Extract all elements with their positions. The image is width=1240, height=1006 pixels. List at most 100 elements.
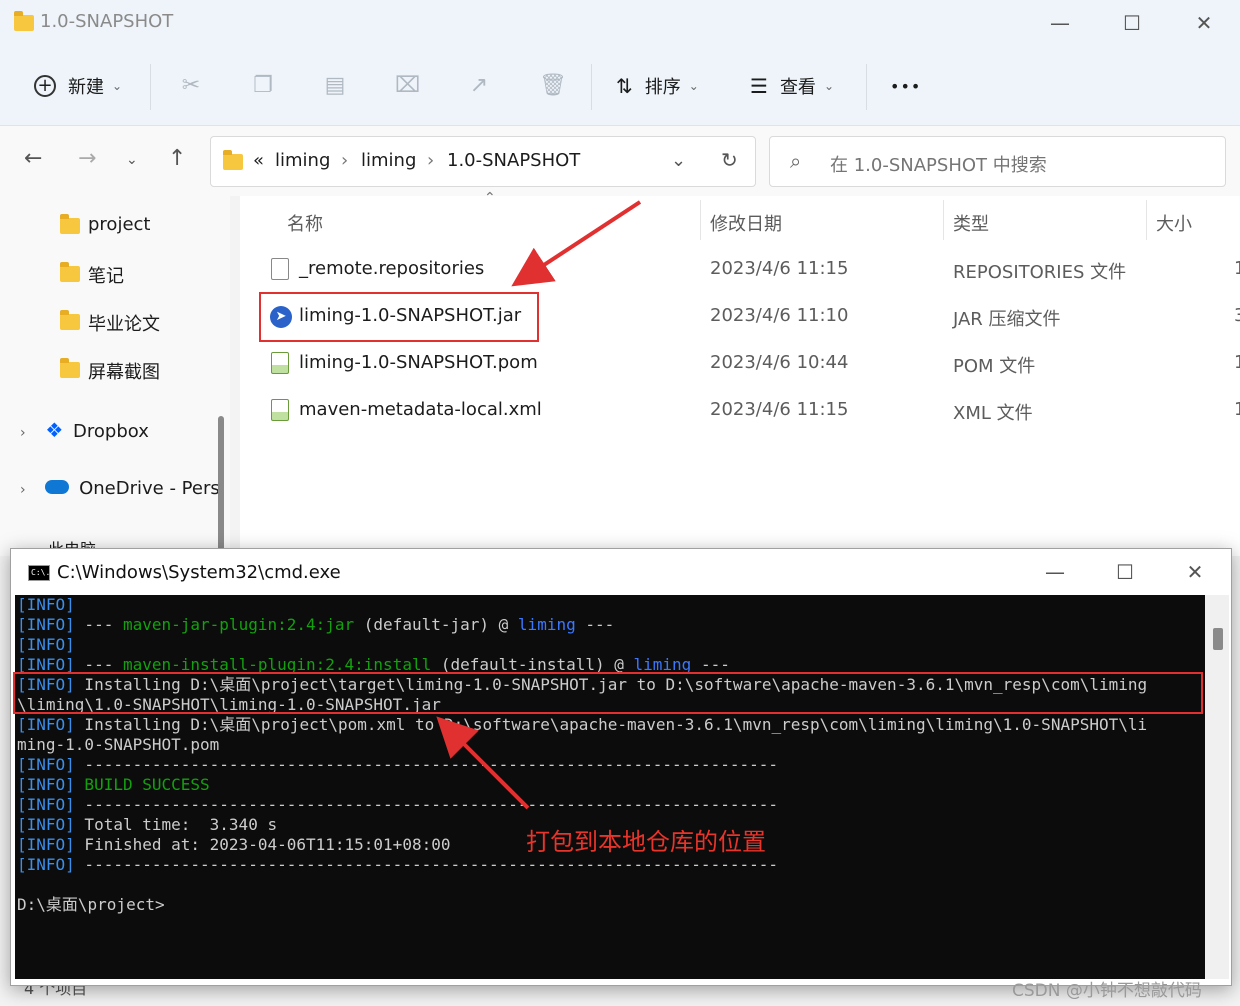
view-button[interactable]: ☰ 查看 ⌄ <box>750 68 834 104</box>
command-bar: + 新建 ⌄ ✂ ❐ ▤ ⌧ ↗ 🗑 ⇅ 排序 ⌄ ☰ 查看 ⌄ ••• <box>0 46 1240 126</box>
sort-ascending-caret-icon: ⌃ <box>484 190 496 206</box>
cmd-maximize-button[interactable]: ☐ <box>1105 557 1145 587</box>
share-icon[interactable]: ↗ <box>467 74 491 98</box>
chevron-right-icon[interactable]: › <box>20 482 26 498</box>
file-modified: 2023/4/6 10:44 <box>710 352 849 373</box>
sort-button[interactable]: ⇅ 排序 ⌄ <box>616 68 699 104</box>
column-divider <box>1146 200 1147 240</box>
build-status: BUILD SUCCESS <box>74 775 210 794</box>
chevron-right-icon[interactable]: › <box>20 425 26 441</box>
sidebar-item-notes[interactable]: 笔记 <box>60 262 124 288</box>
sidebar-item-thesis[interactable]: 毕业论文 <box>60 310 160 336</box>
console-text: ----------------------------------------… <box>74 795 778 814</box>
sidebar-item-label: Dropbox <box>73 421 149 442</box>
minimize-button[interactable]: — <box>1040 8 1080 38</box>
sidebar-item-label: project <box>88 214 151 235</box>
column-header-modified[interactable]: 修改日期 <box>710 210 782 236</box>
maximize-button[interactable]: ☐ <box>1112 8 1152 38</box>
breadcrumb-item[interactable]: liming <box>275 150 330 171</box>
forward-arrow-icon[interactable]: → <box>78 146 96 171</box>
close-button[interactable]: ✕ <box>1184 8 1224 38</box>
xml-file-icon <box>271 399 289 421</box>
console-line: [INFO] <box>17 595 75 615</box>
sidebar-scrollbar[interactable] <box>218 416 224 552</box>
info-tag: [INFO] <box>17 615 75 634</box>
cmd-icon: C:\. <box>28 565 50 581</box>
chevron-down-icon: ⌄ <box>823 79 834 93</box>
console-output[interactable]: [INFO] [INFO] --- maven-jar-plugin:2.4:j… <box>15 595 1205 979</box>
search-box[interactable]: ⌕ 在 1.0-SNAPSHOT 中搜索 <box>769 136 1226 187</box>
file-size: 1 <box>1234 352 1240 373</box>
info-tag: [INFO] <box>17 855 75 874</box>
info-tag: [INFO] <box>17 595 75 614</box>
cloud-icon <box>45 480 70 494</box>
column-header-type[interactable]: 类型 <box>953 210 989 236</box>
highlight-box-jar <box>259 292 539 342</box>
sort-arrows-icon: ⇅ <box>616 74 633 98</box>
up-arrow-icon[interactable]: ↑ <box>168 146 186 171</box>
console-line: [INFO] ---------------------------------… <box>17 855 778 875</box>
console-text: --- <box>575 615 615 634</box>
cut-icon[interactable]: ✂ <box>179 74 203 98</box>
copy-icon[interactable]: ❐ <box>251 74 275 98</box>
console-text: ----------------------------------------… <box>74 855 778 874</box>
file-type: POM 文件 <box>953 356 1036 377</box>
file-type: XML 文件 <box>953 403 1033 424</box>
cmd-scrollbar[interactable] <box>1205 595 1229 979</box>
search-placeholder: 在 1.0-SNAPSHOT 中搜索 <box>830 155 1047 176</box>
toolbar-divider <box>866 64 867 110</box>
file-type: REPOSITORIES 文件 <box>953 262 1127 283</box>
sidebar-item-dropbox[interactable]: › ❖ Dropbox <box>20 418 149 442</box>
console-text: Total time: 3.340 s <box>74 815 278 834</box>
back-arrow-icon[interactable]: ← <box>24 146 42 171</box>
view-label: 查看 <box>779 77 816 98</box>
paste-icon[interactable]: ▤ <box>323 74 347 98</box>
cmd-scrollbar-thumb[interactable] <box>1213 628 1223 650</box>
sidebar-item-project[interactable]: project <box>60 214 150 235</box>
new-label: 新建 <box>68 77 104 98</box>
file-modified: 2023/4/6 11:15 <box>710 399 849 420</box>
rename-icon[interactable]: ⌧ <box>395 74 420 98</box>
file-list: ⌃ 名称 修改日期 类型 大小 _remote.repositories 202… <box>240 190 1240 556</box>
pom-file-icon <box>271 352 289 374</box>
window-title: 1.0-SNAPSHOT <box>40 11 174 32</box>
sidebar-item-label: 毕业论文 <box>88 314 160 335</box>
breadcrumb-item[interactable]: liming <box>361 150 416 171</box>
address-bar[interactable]: « liming › liming › 1.0-SNAPSHOT ⌄ ↻ <box>210 136 756 187</box>
console-line: [INFO] <box>17 635 75 655</box>
cmd-minimize-button[interactable]: — <box>1035 557 1075 587</box>
file-size: 1 <box>1234 258 1240 279</box>
column-header-name[interactable]: 名称 <box>287 210 323 236</box>
console-text: ----------------------------------------… <box>74 755 778 774</box>
console-text: Installing D:\桌面\project\pom.xml to D:\s… <box>74 715 1148 734</box>
sidebar-item-screenshots[interactable]: 屏幕截图 <box>60 358 160 384</box>
explorer-title-bar: 1.0-SNAPSHOT — ☐ ✕ <box>0 0 1240 46</box>
file-type: JAR 压缩文件 <box>953 309 1061 330</box>
folder-icon <box>60 214 80 234</box>
column-header-size[interactable]: 大小 <box>1156 210 1192 236</box>
console-line: [INFO] Installing D:\桌面\project\pom.xml … <box>17 715 1147 735</box>
breadcrumb-overflow[interactable]: « <box>253 150 264 171</box>
file-size: 1 <box>1234 399 1240 420</box>
address-history-chevron-icon[interactable]: ⌄ <box>671 150 686 171</box>
annotation-label: 打包到本地仓库的位置 <box>526 828 766 856</box>
delete-icon[interactable]: 🗑 <box>539 74 567 98</box>
info-tag: [INFO] <box>17 715 75 734</box>
sidebar-item-onedrive[interactable]: › OneDrive - Pers <box>20 478 220 499</box>
console-text: ming-1.0-SNAPSHOT.pom <box>17 735 220 754</box>
cmd-close-button[interactable]: ✕ <box>1175 557 1215 587</box>
recent-locations-chevron-icon[interactable]: ⌄ <box>126 152 138 168</box>
toolbar-divider <box>591 64 592 110</box>
info-tag: [INFO] <box>17 635 75 654</box>
plus-circle-icon: + <box>34 75 56 97</box>
command-prompt[interactable]: D:\桌面\project> <box>17 895 165 915</box>
refresh-icon[interactable]: ↻ <box>721 148 738 172</box>
project-name: liming <box>517 615 576 634</box>
file-name: liming-1.0-SNAPSHOT.pom <box>299 352 538 373</box>
new-button[interactable]: + 新建 ⌄ <box>34 68 122 104</box>
info-tag: [INFO] <box>17 815 75 834</box>
more-options-button[interactable]: ••• <box>890 68 921 104</box>
info-tag: [INFO] <box>17 755 75 774</box>
breadcrumb-item[interactable]: 1.0-SNAPSHOT <box>447 150 580 171</box>
info-tag: [INFO] <box>17 835 75 854</box>
